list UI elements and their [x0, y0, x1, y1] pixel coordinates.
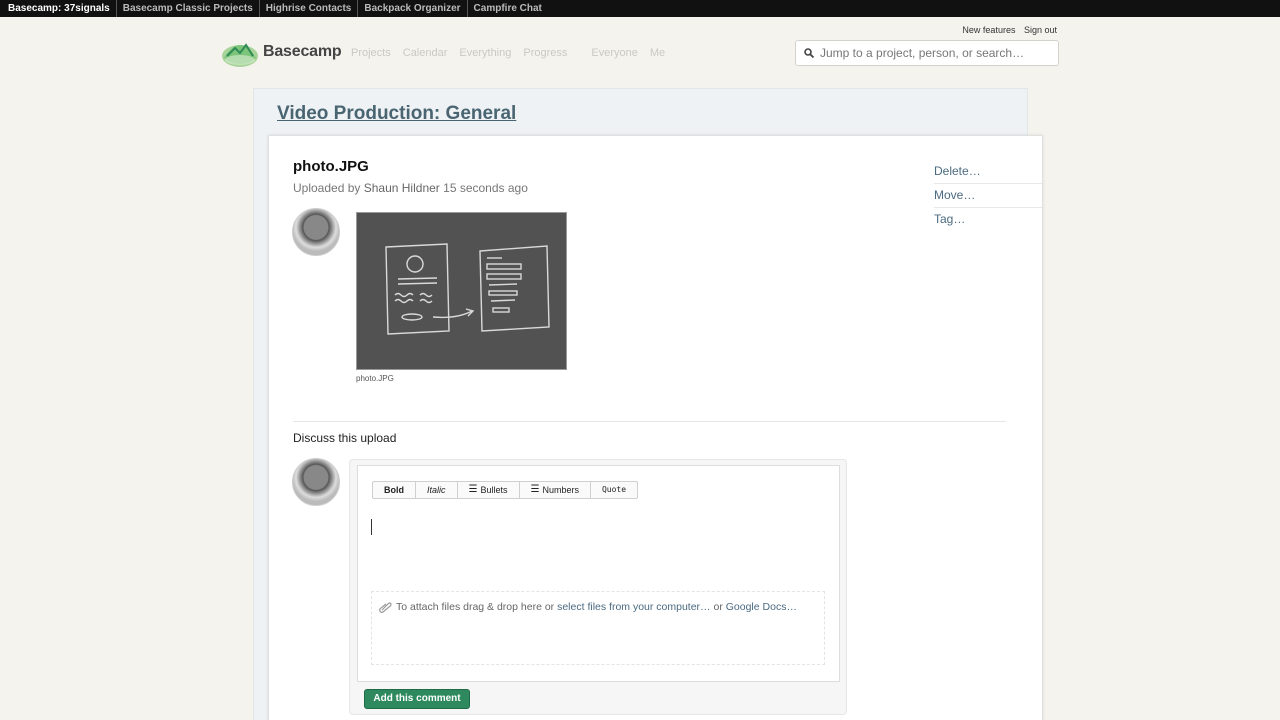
discussion-heading: Discuss this upload: [293, 431, 397, 445]
file-title: photo.JPG: [293, 158, 369, 175]
numbers-button[interactable]: ☰ Numbers: [520, 482, 591, 498]
uploaded-photo[interactable]: [356, 212, 567, 370]
basecamp-logo-icon: [222, 43, 258, 67]
nav-calendar[interactable]: Calendar: [403, 47, 448, 59]
whiteboard-sketch-image: [357, 213, 566, 369]
brand-name: Basecamp: [263, 43, 342, 60]
app-switcher-bar: Basecamp: 37signals Basecamp Classic Pro…: [0, 0, 1280, 17]
move-link[interactable]: Move…: [934, 184, 1042, 208]
file-actions: Delete… Move… Tag…: [934, 160, 1042, 232]
tag-link[interactable]: Tag…: [934, 208, 1042, 232]
add-comment-button[interactable]: Add this comment: [364, 689, 470, 709]
attach-or-text: or: [713, 601, 723, 613]
nav-projects[interactable]: Projects: [351, 47, 391, 59]
uploader-avatar: [292, 208, 340, 256]
text-cursor: [371, 519, 372, 535]
appbar-link-campfire[interactable]: Campfire Chat: [468, 0, 548, 17]
nav-progress[interactable]: Progress: [523, 47, 567, 59]
appbar-link-basecamp[interactable]: Basecamp: 37signals: [2, 0, 117, 17]
commenter-avatar: [292, 458, 340, 506]
italic-label: Italic: [427, 485, 446, 495]
paperclip-icon: [379, 602, 392, 613]
numbered-list-icon: ☰: [530, 484, 540, 495]
attach-instructions: To attach files drag & drop here or sele…: [396, 601, 797, 613]
uploaded-by-label: Uploaded by: [293, 181, 361, 195]
select-files-link[interactable]: select files from your computer…: [557, 601, 710, 613]
nav-everyone[interactable]: Everyone: [591, 47, 637, 59]
bold-label: Bold: [384, 485, 404, 495]
search-box: [795, 40, 1059, 66]
search-icon: [804, 48, 814, 58]
main-nav: Projects Calendar Everything Progress Ev…: [351, 47, 677, 59]
attach-text: To attach files drag & drop here or: [396, 601, 555, 613]
upload-meta: Uploaded by Shaun Hildner 15 seconds ago: [293, 181, 528, 195]
bulleted-list-icon: ☰: [468, 484, 478, 495]
bold-button[interactable]: Bold: [373, 482, 416, 498]
quote-label: Quote: [601, 485, 627, 494]
formatting-toolbar: Bold Italic ☰ Bullets ☰ Numbers Quote: [372, 481, 639, 499]
numbers-label: Numbers: [542, 485, 579, 495]
project-title-link[interactable]: Video Production: General: [277, 103, 516, 125]
uploader-name: Shaun Hildner: [363, 181, 440, 195]
utility-links: New features Sign out: [956, 25, 1057, 35]
section-divider: [293, 421, 1006, 422]
appbar-link-backpack[interactable]: Backpack Organizer: [358, 0, 468, 17]
bullets-label: Bullets: [480, 485, 508, 495]
upload-time: 15 seconds ago: [443, 181, 528, 195]
appbar-link-highrise[interactable]: Highrise Contacts: [260, 0, 359, 17]
search-input[interactable]: [820, 46, 1050, 60]
basecamp-logo[interactable]: Basecamp: [221, 36, 342, 68]
sign-out-link[interactable]: Sign out: [1024, 25, 1057, 35]
new-features-link[interactable]: New features: [962, 25, 1015, 35]
nav-everything[interactable]: Everything: [459, 47, 511, 59]
google-docs-link[interactable]: Google Docs…: [726, 601, 797, 613]
attachment-dropzone[interactable]: To attach files drag & drop here or sele…: [371, 591, 825, 665]
nav-me[interactable]: Me: [650, 47, 665, 59]
photo-caption: photo.JPG: [356, 374, 394, 383]
quote-button[interactable]: Quote: [591, 482, 637, 498]
bullets-button[interactable]: ☰ Bullets: [458, 482, 520, 498]
appbar-link-basecamp-classic[interactable]: Basecamp Classic Projects: [117, 0, 260, 17]
delete-link[interactable]: Delete…: [934, 160, 1042, 184]
italic-button[interactable]: Italic: [416, 482, 458, 498]
